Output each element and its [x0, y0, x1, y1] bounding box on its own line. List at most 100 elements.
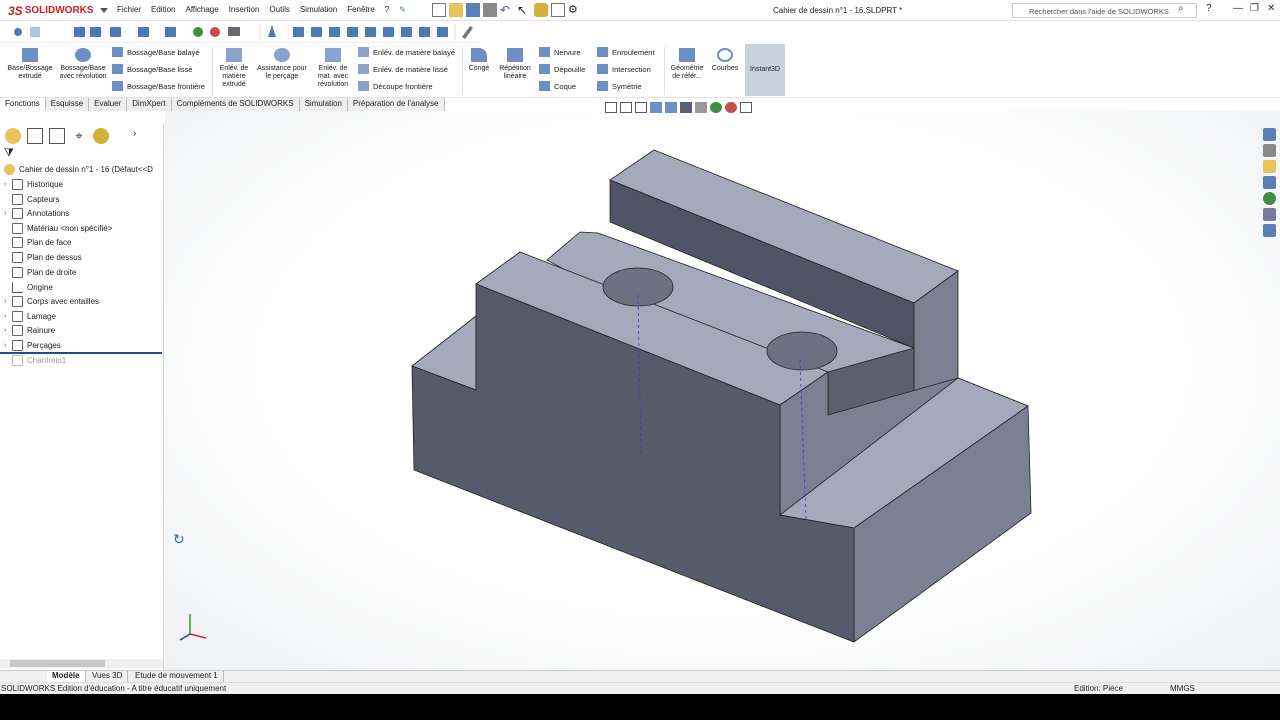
- file-explorer-icon[interactable]: [1263, 160, 1276, 173]
- custom-properties-icon[interactable]: [1263, 208, 1276, 221]
- tree-item-chanfrein[interactable]: Chanfrein1: [4, 353, 66, 367]
- linear-pattern-button[interactable]: Répétition linéaire: [495, 48, 535, 81]
- curves-button[interactable]: Courbes: [709, 48, 741, 73]
- menu-fichier[interactable]: Fichier: [117, 5, 141, 14]
- swept-cut-button[interactable]: Enlév. de matière balayé: [358, 47, 455, 57]
- tree-item-origine[interactable]: Origine: [4, 280, 53, 294]
- hole-wizard-button[interactable]: Assistance pour le perçage: [254, 48, 310, 81]
- reference-geometry-button[interactable]: Géométrie de référ...: [667, 48, 707, 81]
- select-icon[interactable]: ↖: [517, 3, 531, 17]
- boundary-boss-button[interactable]: Bossage/Base frontière: [112, 81, 205, 91]
- tree-item-lamage[interactable]: › Lamage: [4, 309, 56, 323]
- tree-item-capteurs[interactable]: Capteurs: [4, 192, 59, 206]
- print-icon[interactable]: [483, 3, 497, 17]
- minimize-icon[interactable]: —: [1233, 3, 1243, 14]
- tree-item-corps[interactable]: › Corps avec entailles: [4, 294, 99, 308]
- shell-button[interactable]: Coque: [539, 81, 576, 91]
- help-icon[interactable]: ?: [1206, 3, 1212, 14]
- tab-etude-mouvement[interactable]: Etude de mouvement 1: [130, 671, 224, 682]
- menu-fenetre[interactable]: Fenêtre: [347, 5, 375, 14]
- tab-vues-3d[interactable]: Vues 3D: [87, 671, 129, 682]
- status-text: SOLIDWORKS Edition d'éducation - A titre…: [1, 684, 227, 693]
- solidworks-logo[interactable]: 3S SOLIDWORKS: [8, 3, 108, 18]
- tab-preparation-analyse[interactable]: Préparation de l'analyse: [347, 98, 445, 111]
- home-icon[interactable]: [1263, 128, 1276, 141]
- tab-dimxpert[interactable]: DimXpert: [127, 98, 172, 111]
- view-palette-icon[interactable]: [1263, 176, 1276, 189]
- undo-icon[interactable]: ↶: [500, 3, 514, 17]
- tree-item-percages[interactable]: › Perçages: [4, 338, 61, 352]
- boundary-cut-button[interactable]: Découpe frontière: [358, 81, 433, 91]
- view-toolbar-icons[interactable]: [0, 21, 480, 43]
- rib-button[interactable]: Nervure: [539, 47, 581, 57]
- tab-complements[interactable]: Compléments de SOLIDWORKS: [171, 98, 300, 111]
- open-icon[interactable]: [449, 3, 463, 17]
- panel-expand-icon[interactable]: ›: [133, 128, 136, 142]
- swept-cut-label: Enlév. de matière balayé: [373, 47, 455, 57]
- part-model[interactable]: [165, 111, 1280, 670]
- intersect-button[interactable]: Intersection: [597, 64, 651, 74]
- curves-icon: [717, 48, 733, 62]
- forum-icon[interactable]: [1263, 224, 1276, 237]
- tree-item-plan-de-face[interactable]: Plan de face: [4, 235, 71, 249]
- revolved-boss-button[interactable]: Bossage/Base avec révolution: [58, 48, 108, 81]
- menu-edition[interactable]: Edition: [151, 5, 175, 14]
- restore-icon[interactable]: ❐: [1250, 3, 1259, 14]
- view-toolbar-row: [0, 21, 480, 43]
- fillet-icon: [471, 48, 487, 62]
- extruded-cut-button[interactable]: Enlév. de matière extrudé: [215, 48, 253, 89]
- tab-modele[interactable]: Modèle: [47, 671, 86, 682]
- swept-boss-button[interactable]: Bossage/Base balayé: [112, 47, 200, 57]
- display-manager-tab-icon[interactable]: [93, 128, 109, 144]
- tree-item-plan-de-dessus[interactable]: Plan de dessus: [4, 250, 82, 264]
- tab-fonctions[interactable]: Fonctions: [0, 98, 46, 111]
- feature-manager-tab-icon[interactable]: [5, 128, 21, 144]
- tree-item-annotations[interactable]: › Annotations: [4, 206, 69, 220]
- intersect-label: Intersection: [612, 64, 651, 74]
- new-document-icon[interactable]: [432, 3, 446, 17]
- file-properties-icon[interactable]: [551, 3, 565, 17]
- wrap-button[interactable]: Enroulement: [597, 47, 655, 57]
- configuration-manager-tab-icon[interactable]: [49, 128, 65, 144]
- lofted-cut-button[interactable]: Enlév. de matière lissé: [358, 64, 448, 74]
- tree-item-rainure[interactable]: › Rainure: [4, 323, 55, 337]
- tree-item-historique[interactable]: › Historique: [4, 177, 63, 191]
- close-icon[interactable]: ✕: [1267, 3, 1275, 14]
- extruded-boss-button[interactable]: Base/Bossage extrudé: [5, 48, 55, 81]
- revolved-cut-button[interactable]: Enlév. de mat. avec révolution: [313, 48, 353, 89]
- draft-button[interactable]: Dépouille: [539, 64, 585, 74]
- save-icon[interactable]: [466, 3, 480, 17]
- rotate-icon[interactable]: ↻: [173, 531, 185, 548]
- tab-esquisse[interactable]: Esquisse: [45, 98, 90, 111]
- tab-evaluer[interactable]: Evaluer: [89, 98, 128, 111]
- menu-affichage[interactable]: Affichage: [185, 5, 218, 14]
- fillet-button[interactable]: Congé: [465, 48, 493, 73]
- appearances-icon[interactable]: [1263, 192, 1276, 205]
- menu-outils[interactable]: Outils: [269, 5, 289, 14]
- lofted-cut-label: Enlév. de matière lissé: [373, 64, 448, 74]
- rebuild-icon[interactable]: [534, 3, 548, 17]
- menu-insertion[interactable]: Insertion: [229, 5, 260, 14]
- pin-icon[interactable]: ✎: [399, 5, 406, 14]
- design-library-icon[interactable]: [1263, 144, 1276, 157]
- title-bar: 3S SOLIDWORKS Fichier Edition Affichage …: [0, 0, 1280, 21]
- options-icon[interactable]: ⚙: [568, 3, 582, 17]
- filter-icon[interactable]: ⧩: [4, 147, 14, 160]
- property-manager-tab-icon[interactable]: [27, 128, 43, 144]
- lofted-boss-button[interactable]: Bossage/Base lissé: [112, 64, 192, 74]
- panel-horizontal-scrollbar[interactable]: [0, 659, 163, 668]
- help-search-input[interactable]: Rechercher dans l'aide de SOLIDWORKS: [1012, 3, 1197, 18]
- tab-simulation[interactable]: Simulation: [299, 98, 348, 111]
- instant3d-button[interactable]: Instant3D: [745, 44, 785, 96]
- tree-item-plan-de-droite[interactable]: Plan de droite: [4, 265, 76, 279]
- scrollbar-thumb[interactable]: [10, 660, 105, 667]
- menu-simulation[interactable]: Simulation: [300, 5, 337, 14]
- menu-help[interactable]: ?: [385, 5, 389, 14]
- unit-system[interactable]: MMGS: [1170, 684, 1195, 693]
- mirror-button[interactable]: Symétrie: [597, 81, 642, 91]
- swept-label: Bossage/Base balayé: [127, 47, 200, 57]
- dimxpert-tab-icon[interactable]: ⌖: [71, 128, 87, 144]
- tree-item-materiau[interactable]: Matériau <non spécifié>: [4, 221, 112, 235]
- search-icon[interactable]: ⌕: [1178, 3, 1184, 14]
- tree-root[interactable]: Cahier de dessin n°1 - 16 (Défaut<<D: [4, 162, 153, 176]
